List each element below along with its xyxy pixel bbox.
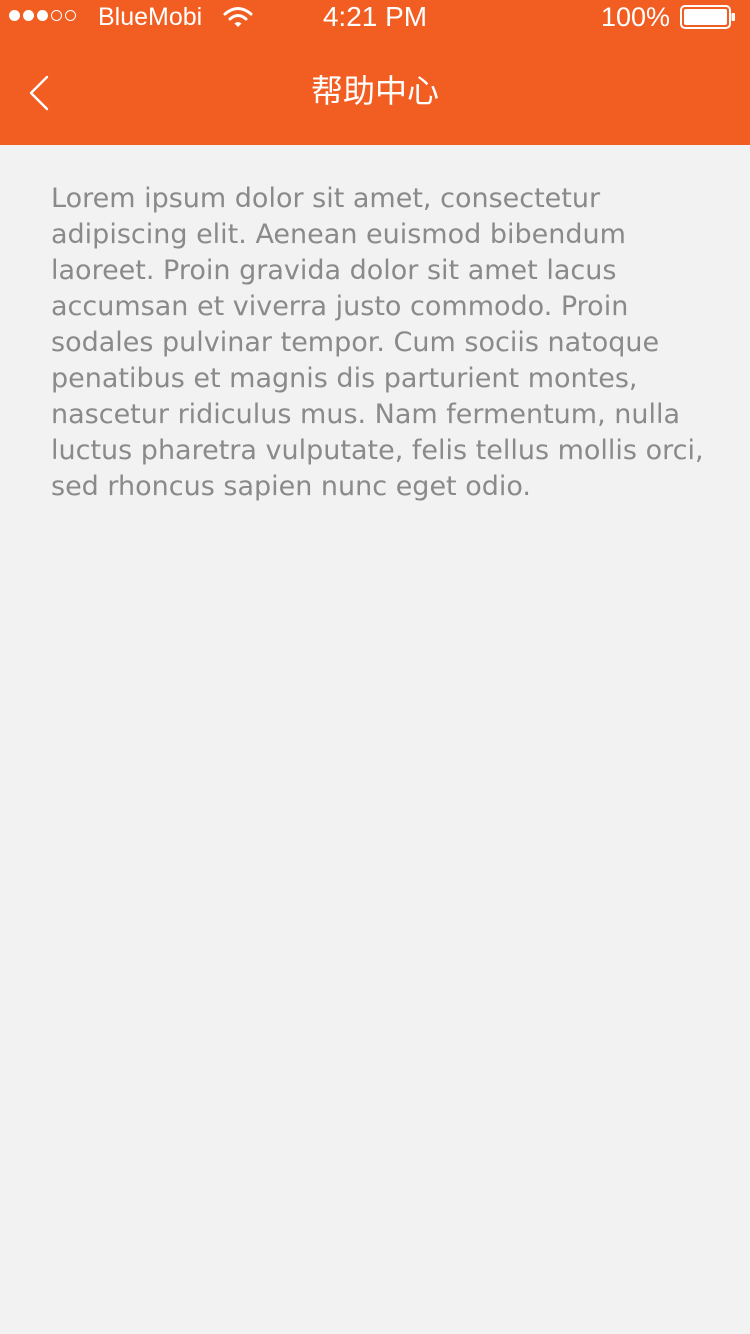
page-title: 帮助中心 xyxy=(310,72,439,110)
battery-percent: 100% xyxy=(600,2,670,32)
status-bar: BlueMobi 4:21 PM 100% xyxy=(0,0,750,36)
app-header: BlueMobi 4:21 PM 100% 帮助中心 xyxy=(0,0,750,145)
battery-icon xyxy=(680,5,735,29)
help-content-text: Lorem ipsum dolor sit amet, consectetur … xyxy=(51,183,704,502)
navigation-bar: 帮助中心 xyxy=(0,36,750,145)
